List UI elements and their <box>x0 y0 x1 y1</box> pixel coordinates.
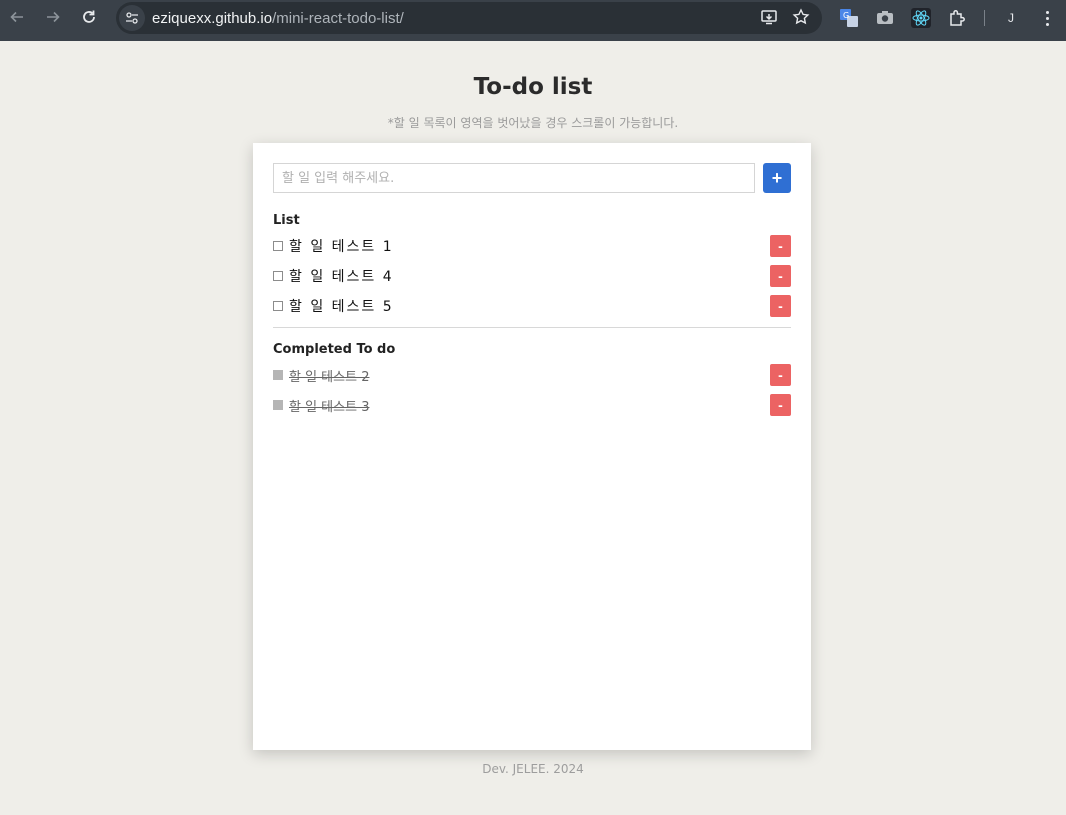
svg-text:G: G <box>843 11 849 20</box>
puzzle-icon[interactable] <box>947 8 967 28</box>
star-icon[interactable] <box>792 8 810 30</box>
url-text: eziquexx.github.io/mini-react-todo-list/ <box>152 10 404 27</box>
todo-item-text: 할 일 테스트 5 <box>289 299 394 315</box>
todo-item: 할 일 테스트 4 - <box>273 265 791 287</box>
completed-checkbox[interactable] <box>273 370 283 380</box>
url-host: eziquexx.github.io <box>152 9 273 27</box>
todo-checkbox[interactable] <box>273 301 283 311</box>
kebab-menu-icon[interactable] <box>1038 7 1056 29</box>
todo-item: 할 일 테스트 5 - <box>273 295 791 317</box>
address-bar[interactable]: eziquexx.github.io/mini-react-todo-list/ <box>116 2 822 34</box>
page-footer: Dev. JELEE. 2024 <box>482 762 584 776</box>
todo-checkbox[interactable] <box>273 271 283 281</box>
list-section-title: List <box>273 213 300 228</box>
completed-item-text: 할 일 테스트 3 <box>289 399 370 415</box>
toolbar-divider <box>984 10 985 26</box>
site-info-button[interactable] <box>119 5 145 31</box>
browser-toolbar: eziquexx.github.io/mini-react-todo-list/… <box>0 0 1066 41</box>
todo-checkbox[interactable] <box>273 241 283 251</box>
arrow-right-icon <box>47 11 60 23</box>
delete-todo-button[interactable]: - <box>770 235 791 257</box>
url-path: /mini-react-todo-list/ <box>272 9 404 27</box>
forward-button[interactable] <box>41 5 65 29</box>
reload-button[interactable] <box>77 5 101 29</box>
back-button[interactable] <box>5 5 29 29</box>
todo-input[interactable] <box>273 163 755 193</box>
completed-item: 할 일 테스트 2 - <box>273 364 791 386</box>
completed-item: 할 일 테스트 3 - <box>273 394 791 416</box>
todo-item-text: 할 일 테스트 1 <box>289 239 394 255</box>
reload-icon <box>83 10 95 23</box>
profile-avatar[interactable]: J <box>1000 7 1022 29</box>
tune-icon <box>126 12 138 24</box>
completed-checkbox[interactable] <box>273 400 283 410</box>
install-app-icon[interactable] <box>760 8 778 30</box>
section-divider <box>273 327 791 328</box>
google-translate-icon[interactable]: G <box>839 8 859 28</box>
completed-section-title: Completed To do <box>273 342 396 357</box>
todo-item-text: 할 일 테스트 4 <box>289 269 394 285</box>
camera-icon[interactable] <box>875 8 895 28</box>
page-subtitle: *할 일 목록이 영역을 벗어났을 경우 스크롤이 가능합니다. <box>387 116 679 130</box>
delete-todo-button[interactable]: - <box>770 364 791 386</box>
todo-card: + List 할 일 테스트 1 - 할 일 테스트 4 - 할 일 테스트 5… <box>253 143 811 750</box>
add-todo-button[interactable]: + <box>763 163 791 193</box>
page-title: To-do list <box>473 74 593 100</box>
delete-todo-button[interactable]: - <box>770 265 791 287</box>
react-devtools-icon[interactable] <box>911 8 931 28</box>
delete-todo-button[interactable]: - <box>770 295 791 317</box>
todo-item: 할 일 테스트 1 - <box>273 235 791 257</box>
arrow-left-icon <box>10 11 23 23</box>
delete-todo-button[interactable]: - <box>770 394 791 416</box>
completed-item-text: 할 일 테스트 2 <box>289 369 370 385</box>
